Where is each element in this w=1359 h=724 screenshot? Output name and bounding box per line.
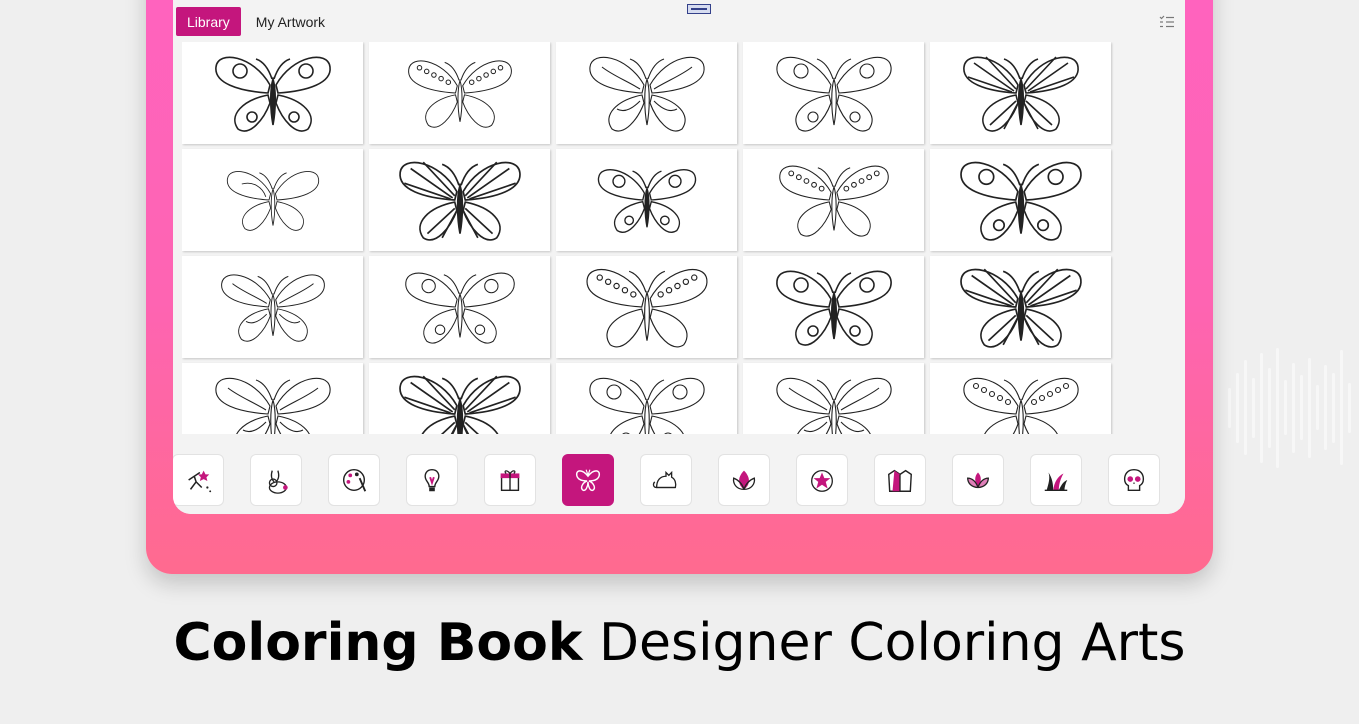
artwork-card-floral-pattern[interactable] [743,42,924,144]
tab-library[interactable]: Library [176,7,241,36]
swallowtail-butterfly-drawing [586,268,707,348]
artwork-card-cartoon-butterfly[interactable] [369,256,550,358]
category-icon-box [796,454,848,506]
category-icon-box [952,454,1004,506]
tablet-frame: Library My Artwork AmbitionsAnimalsArtis… [146,0,1213,574]
ornate-butterfly-drawing [214,56,331,132]
rabbit-icon [268,470,288,494]
skull-icon [1123,468,1145,492]
category-icon-box [484,454,536,506]
category-floral[interactable]: Floral [939,454,1017,514]
patterned-butterfly-drawing [962,56,1079,132]
artwork-card-rose-butterfly[interactable] [369,363,550,434]
category-cultures[interactable]: Cultures [705,454,783,514]
star-badge-icon [811,469,833,492]
category-animals[interactable]: Animals [237,454,315,514]
category-icon-box [562,454,614,506]
category-butterfly[interactable]: Butterfly [549,454,627,514]
artwork-card-circle-wing-butterfly[interactable] [930,149,1111,251]
category-cats[interactable]: Cats [627,454,705,514]
category-icon-box [874,454,926,506]
artwork-card-ornate-butterfly[interactable] [182,42,363,144]
drag-handle-icon[interactable] [687,4,711,14]
gallery-grid [182,42,1118,434]
caption-subtitle: Designer Coloring Arts [598,613,1186,673]
category-gardens[interactable]: Gardens [1017,454,1095,514]
category-icon-box [173,454,224,506]
artwork-card-butterflies-and-flowers[interactable] [369,42,550,144]
artwork-card-swallowtail-butterfly[interactable] [556,256,737,358]
rose-butterfly-drawing [398,375,521,434]
cartoon-butterfly-drawing [404,272,515,344]
category-bar: AmbitionsAnimalsArtisticBasicBirthdayBut… [173,448,1185,514]
artwork-card-mandala-butterfly[interactable] [369,149,550,251]
zentangle-butterfly-drawing [959,268,1082,348]
artwork-card-garden-butterfly[interactable] [556,363,737,434]
flower-icon [967,472,989,489]
filter-list-icon[interactable] [1159,15,1175,29]
gift-icon [500,470,520,492]
lotus-icon [732,470,756,491]
artwork-card-patterned-butterfly[interactable] [930,42,1111,144]
lightbulb-icon [424,468,440,492]
floral-pattern-drawing [775,56,892,132]
lace-butterfly-drawing [214,377,331,434]
category-icon-box [1108,454,1160,506]
side-butterfly-drawing [226,171,319,231]
jacket-icon [888,469,912,492]
category-birthday[interactable]: Birthday [471,454,549,514]
grass-icon [1044,472,1068,491]
mandala-butterfly-drawing [398,161,521,241]
artwork-card-smiling-caterpillar-butterfly[interactable] [743,149,924,251]
woman-and-butterfly-drawing [775,377,892,434]
category-artistic[interactable]: Artistic [315,454,393,514]
category-famous[interactable]: Famous [783,454,861,514]
category-icon-box [406,454,458,506]
artwork-card-side-butterfly[interactable] [182,149,363,251]
butterfly-icon [576,469,600,492]
category-fashion[interactable]: Fashion [861,454,939,514]
artwork-card-swirl-butterfly[interactable] [556,42,737,144]
artwork-card-zentangle-butterfly[interactable] [930,256,1111,358]
garden-butterfly-drawing [588,377,705,434]
bold-butterfly-drawing [775,270,892,346]
artwork-card-bold-butterfly[interactable] [743,256,924,358]
category-icon-box [1030,454,1082,506]
simple-butterfly-drawing [597,169,696,233]
cat-icon [652,470,677,489]
butterflies-and-flowers-drawing [407,60,512,128]
app-screen: Library My Artwork AmbitionsAnimalsArtis… [173,0,1185,514]
artwork-card-simple-butterfly[interactable] [556,149,737,251]
artwork-gallery [182,42,1118,434]
smiling-caterpillar-butterfly-drawing [778,165,889,237]
category-icon-box [640,454,692,506]
artwork-card-woman-and-butterfly[interactable] [743,363,924,434]
swirl-butterfly-drawing [588,56,705,132]
category-icon-box [718,454,770,506]
category-basic[interactable]: Basic [393,454,471,514]
tab-my-artwork[interactable]: My Artwork [245,7,336,36]
butterfly-in-garden-drawing [962,377,1079,434]
category-ambitions[interactable]: Ambitions [173,454,237,514]
artwork-card-butterfly-in-garden[interactable] [930,363,1111,434]
category-icon-box [328,454,380,506]
tab-bar: Library My Artwork [176,7,336,37]
butterfly-with-stars-drawing [220,274,325,342]
category-halloween[interactable]: Halloween [1095,454,1173,514]
ambitions-icon [188,470,212,493]
category-icon-box [250,454,302,506]
palette-icon [342,468,367,492]
promo-caption: Coloring Book Designer Coloring Arts [0,613,1359,673]
caption-title: Coloring Book [173,613,583,673]
artwork-card-butterfly-with-stars[interactable] [182,256,363,358]
decorative-bars [1228,345,1356,470]
circle-wing-butterfly-drawing [959,161,1082,241]
artwork-card-lace-butterfly[interactable] [182,363,363,434]
